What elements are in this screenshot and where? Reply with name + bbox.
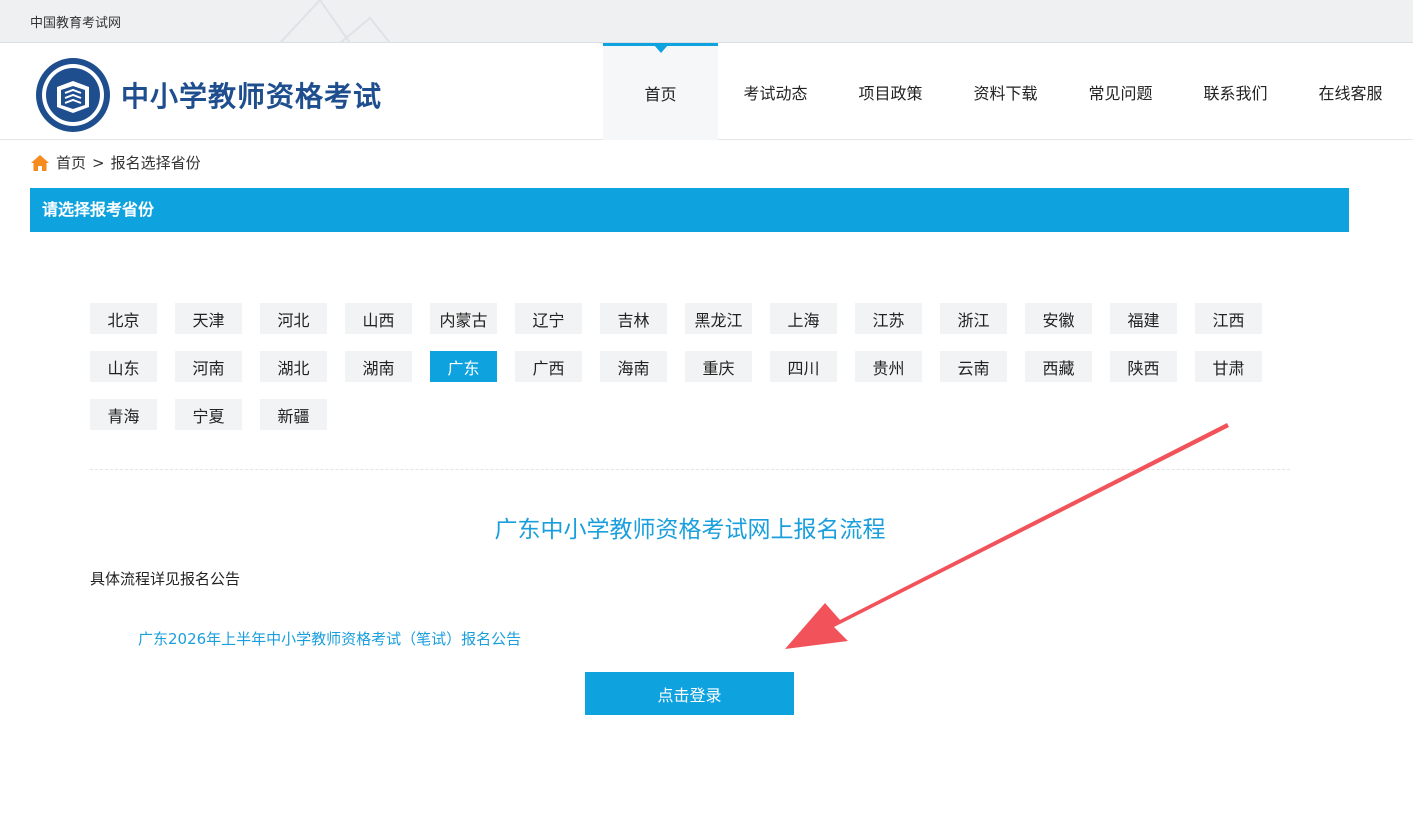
province-guangdong[interactable]: 广东 [430, 351, 497, 382]
province-row: 山东 河南 湖北 湖南 广东 广西 海南 重庆 四川 贵州 云南 西藏 陕西 甘… [90, 351, 1290, 382]
province-grid: 北京 天津 河北 山西 内蒙古 辽宁 吉林 黑龙江 上海 江苏 浙江 安徽 福建… [90, 303, 1290, 447]
emblem-logo-icon[interactable] [35, 57, 111, 133]
province-sichuan[interactable]: 四川 [770, 351, 837, 382]
nav-item-home[interactable]: 首页 [603, 43, 718, 140]
province-row: 北京 天津 河北 山西 内蒙古 辽宁 吉林 黑龙江 上海 江苏 浙江 安徽 福建… [90, 303, 1290, 334]
section-header: 请选择报考省份 [30, 188, 1349, 232]
province-shaanxi[interactable]: 陕西 [1110, 351, 1177, 382]
province-heilongjiang[interactable]: 黑龙江 [685, 303, 752, 334]
province-chongqing[interactable]: 重庆 [685, 351, 752, 382]
header: 中小学教师资格考试 首页 考试动态 项目政策 资料下载 常见问题 联系我们 在线… [0, 43, 1413, 140]
province-gansu[interactable]: 甘肃 [1195, 351, 1262, 382]
province-jiangsu[interactable]: 江苏 [855, 303, 922, 334]
topbar-decoration-icon [279, 0, 391, 42]
province-tibet[interactable]: 西藏 [1025, 351, 1092, 382]
province-shanghai[interactable]: 上海 [770, 303, 837, 334]
province-tianjin[interactable]: 天津 [175, 303, 242, 334]
login-button[interactable]: 点击登录 [585, 672, 794, 715]
province-qinghai[interactable]: 青海 [90, 399, 157, 430]
flow-title: 广东中小学教师资格考试网上报名流程 [494, 517, 886, 543]
top-bar: 中国教育考试网 [0, 0, 1413, 43]
nav-item-contact[interactable]: 联系我们 [1178, 43, 1293, 140]
province-xinjiang[interactable]: 新疆 [260, 399, 327, 430]
province-fujian[interactable]: 福建 [1110, 303, 1177, 334]
registration-notice-link[interactable]: 广东2026年上半年中小学教师资格考试（笔试）报名公告 [138, 628, 521, 649]
flow-detail-text: 具体流程详见报名公告 [90, 570, 241, 588]
province-hebei[interactable]: 河北 [260, 303, 327, 334]
breadcrumb-separator: > [92, 153, 105, 172]
divider [90, 469, 1290, 470]
province-hubei[interactable]: 湖北 [260, 351, 327, 382]
site-title[interactable]: 中小学教师资格考试 [121, 75, 382, 115]
province-jiangxi[interactable]: 江西 [1195, 303, 1262, 334]
nav-item-policy[interactable]: 项目政策 [833, 43, 948, 140]
province-hainan[interactable]: 海南 [600, 351, 667, 382]
home-icon [31, 154, 49, 171]
province-zhejiang[interactable]: 浙江 [940, 303, 1007, 334]
province-ningxia[interactable]: 宁夏 [175, 399, 242, 430]
province-yunnan[interactable]: 云南 [940, 351, 1007, 382]
province-hunan[interactable]: 湖南 [345, 351, 412, 382]
nav-item-downloads[interactable]: 资料下载 [948, 43, 1063, 140]
province-guangxi[interactable]: 广西 [515, 351, 582, 382]
nav-item-online-service[interactable]: 在线客服 [1293, 43, 1408, 140]
breadcrumb-current: 报名选择省份 [110, 154, 201, 172]
province-jilin[interactable]: 吉林 [600, 303, 667, 334]
breadcrumb-home-link[interactable]: 首页 [56, 152, 86, 173]
province-shandong[interactable]: 山东 [90, 351, 157, 382]
province-liaoning[interactable]: 辽宁 [515, 303, 582, 334]
province-row: 青海 宁夏 新疆 [90, 399, 1290, 430]
topbar-site-name[interactable]: 中国教育考试网 [30, 12, 121, 31]
province-henan[interactable]: 河南 [175, 351, 242, 382]
province-guizhou[interactable]: 贵州 [855, 351, 922, 382]
province-beijing[interactable]: 北京 [90, 303, 157, 334]
nav-item-exam-news[interactable]: 考试动态 [718, 43, 833, 140]
breadcrumb: 首页 > 报名选择省份 [30, 152, 201, 173]
province-shanxi[interactable]: 山西 [345, 303, 412, 334]
main-nav: 首页 考试动态 项目政策 资料下载 常见问题 联系我们 在线客服 [603, 43, 1408, 140]
province-anhui[interactable]: 安徽 [1025, 303, 1092, 334]
province-inner-mongolia[interactable]: 内蒙古 [430, 303, 497, 334]
nav-item-faq[interactable]: 常见问题 [1063, 43, 1178, 140]
